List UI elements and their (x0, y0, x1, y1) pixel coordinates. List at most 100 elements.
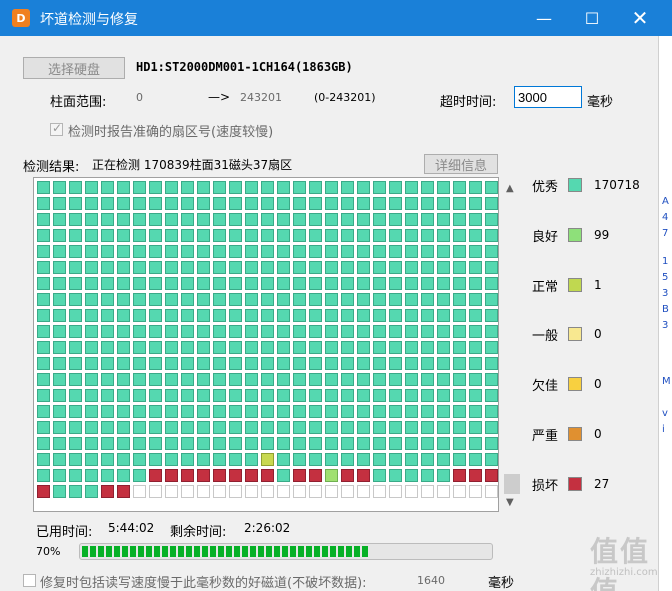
sector-block (229, 245, 242, 258)
sector-block (133, 453, 146, 466)
sector-block (245, 373, 258, 386)
sector-block (37, 261, 50, 274)
sector-block (149, 277, 162, 290)
details-button[interactable]: 详细信息 (424, 154, 498, 174)
sector-block (69, 181, 82, 194)
sector-block (357, 437, 370, 450)
scroll-down-icon[interactable]: ▼ (506, 497, 514, 508)
sector-block (53, 309, 66, 322)
sector-block (373, 405, 386, 418)
select-disk-button[interactable]: 选择硬盘 (23, 57, 125, 79)
sector-block (85, 309, 98, 322)
sector-block (229, 309, 242, 322)
sector-block (373, 181, 386, 194)
sector-block (437, 213, 450, 226)
close-button[interactable]: ✕ (616, 0, 664, 36)
sector-block (389, 309, 402, 322)
sector-block (197, 341, 210, 354)
sector-block (261, 325, 274, 338)
sector-block (165, 341, 178, 354)
sector-block (277, 357, 290, 370)
sector-block (421, 325, 434, 338)
sector-block (85, 373, 98, 386)
sector-block (485, 437, 498, 450)
sector-block (133, 245, 146, 258)
repair-slow-checkbox[interactable] (23, 574, 36, 587)
sector-block (485, 341, 498, 354)
sector-block (341, 261, 354, 274)
sector-block (277, 405, 290, 418)
sector-block (229, 213, 242, 226)
sector-block (213, 341, 226, 354)
sector-block (69, 357, 82, 370)
sector-block (325, 245, 338, 258)
sector-block (421, 277, 434, 290)
sector-block (181, 277, 194, 290)
sector-block (469, 293, 482, 306)
sector-block (133, 309, 146, 322)
sector-block (261, 453, 274, 466)
sector-block (453, 373, 466, 386)
sector-block (165, 261, 178, 274)
sector-block (165, 373, 178, 386)
sector-block (357, 389, 370, 402)
sector-block (101, 213, 114, 226)
sector-block (261, 341, 274, 354)
scroll-thumb[interactable] (504, 474, 520, 494)
sector-block (261, 197, 274, 210)
progress-segment (282, 546, 288, 557)
sector-block (277, 277, 290, 290)
scroll-up-icon[interactable]: ▲ (506, 183, 514, 194)
sector-block (117, 373, 130, 386)
sector-block (37, 309, 50, 322)
sector-block (149, 341, 162, 354)
sector-block (453, 325, 466, 338)
sector-block (309, 293, 322, 306)
sector-block (485, 293, 498, 306)
sector-block (53, 277, 66, 290)
sector-block (165, 469, 178, 482)
sector-block (485, 325, 498, 338)
sector-block (341, 453, 354, 466)
report-sector-checkbox[interactable] (50, 121, 63, 136)
progress-segment (354, 546, 360, 557)
timeout-input[interactable] (514, 86, 582, 108)
range-full: (0-243201) (314, 91, 376, 104)
sector-block (405, 293, 418, 306)
sector-block (245, 469, 258, 482)
sector-block (117, 245, 130, 258)
sector-block (213, 261, 226, 274)
sector-block (37, 437, 50, 450)
repair-slow-label: 修复时包括读写速度慢于此毫秒数的好磁道(不破坏数据): (40, 576, 367, 591)
sector-block (229, 437, 242, 450)
sector-block (37, 389, 50, 402)
sector-block (53, 213, 66, 226)
maximize-icon: ☐ (584, 8, 600, 28)
sector-block (149, 309, 162, 322)
sector-block (373, 485, 386, 498)
sector-block (357, 181, 370, 194)
sector-block (437, 341, 450, 354)
sector-block (53, 389, 66, 402)
sector-block (181, 437, 194, 450)
sector-block (373, 261, 386, 274)
sector-block (37, 405, 50, 418)
sector-block (245, 181, 258, 194)
sector-block (197, 405, 210, 418)
maximize-button[interactable]: ☐ (568, 0, 616, 36)
sector-block (453, 229, 466, 242)
sector-block (293, 277, 306, 290)
progress-segment (258, 546, 264, 557)
sector-block (69, 437, 82, 450)
progress-fill (82, 546, 490, 557)
sector-block (485, 373, 498, 386)
minimize-button[interactable]: — (520, 0, 568, 36)
sector-block (101, 357, 114, 370)
sector-block (85, 421, 98, 434)
progress-segment (250, 546, 256, 557)
legend-swatch (568, 228, 582, 242)
grid-scrollbar[interactable]: ▲ ▼ (503, 177, 521, 512)
sector-block (53, 453, 66, 466)
sector-block (37, 341, 50, 354)
sector-block (181, 485, 194, 498)
